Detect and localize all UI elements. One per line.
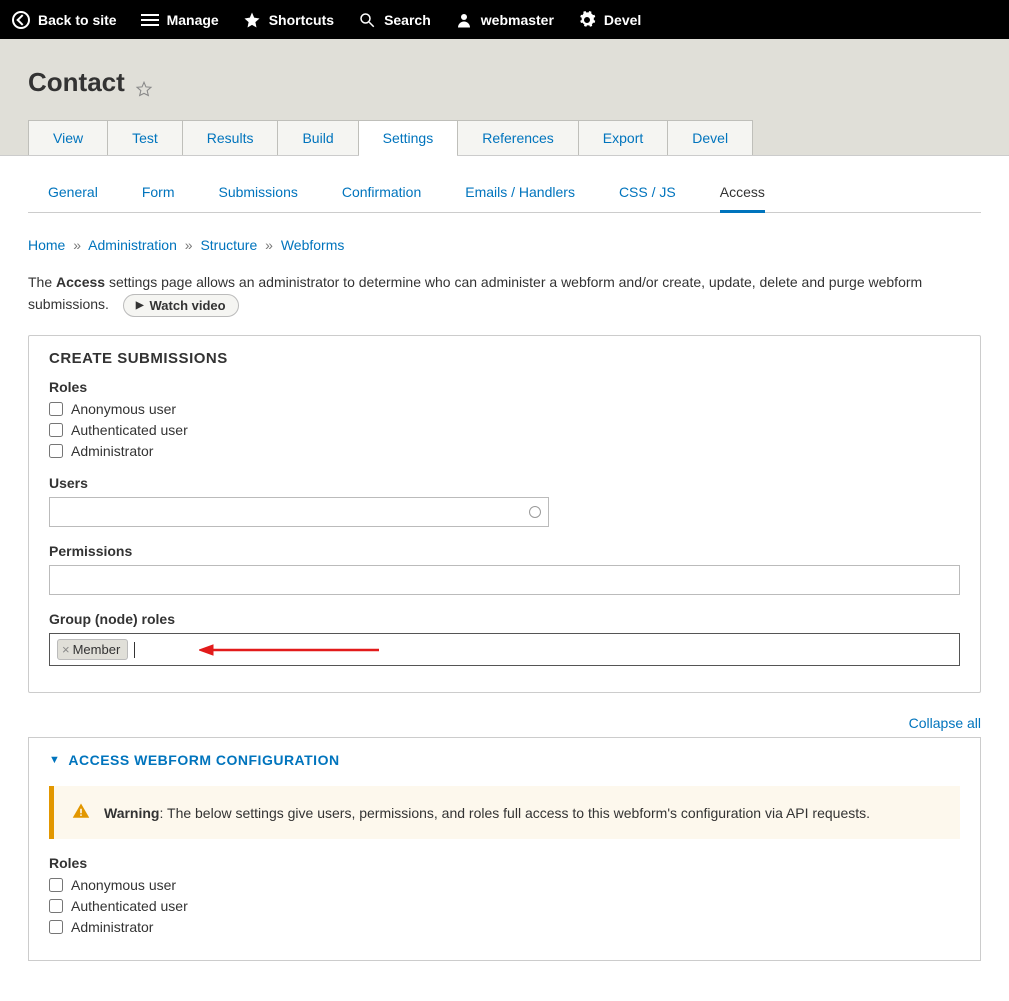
- tab-build[interactable]: Build: [277, 120, 358, 155]
- devel-label: Devel: [604, 12, 641, 28]
- tab-view[interactable]: View: [28, 120, 108, 155]
- access-config-details: ▼ ACCESS WEBFORM CONFIGURATION Warning: …: [28, 737, 981, 961]
- warning-text-wrap: Warning: The below settings give users, …: [104, 805, 870, 821]
- collapse-all-link[interactable]: Collapse all: [909, 715, 981, 731]
- primary-tabs: View Test Results Build Settings Referen…: [28, 120, 981, 155]
- ac-role-anon-row: Anonymous user: [49, 877, 960, 893]
- autocomplete-throbber-icon: [529, 506, 541, 518]
- member-tag-label: Member: [73, 642, 121, 657]
- crumb-admin[interactable]: Administration: [88, 237, 177, 253]
- create-legend: CREATE SUBMISSIONS: [49, 350, 960, 367]
- ac-role-auth-row: Authenticated user: [49, 898, 960, 914]
- role-anon-checkbox[interactable]: [49, 402, 63, 416]
- manage-link[interactable]: Manage: [141, 11, 219, 29]
- gear-icon: [578, 11, 596, 29]
- subtab-general[interactable]: General: [48, 174, 98, 212]
- tab-results[interactable]: Results: [182, 120, 279, 155]
- role-auth-row: Authenticated user: [49, 422, 960, 438]
- shortcuts-link[interactable]: Shortcuts: [243, 11, 334, 29]
- crumb-structure[interactable]: Structure: [200, 237, 257, 253]
- role-admin-checkbox[interactable]: [49, 444, 63, 458]
- ac-role-admin-label: Administrator: [71, 919, 153, 935]
- crumb-sep: »: [185, 237, 193, 253]
- triangle-down-icon: ▼: [49, 754, 60, 766]
- text-cursor: [134, 642, 135, 658]
- devel-link[interactable]: Devel: [578, 11, 641, 29]
- ac-roles-label: Roles: [49, 855, 960, 871]
- access-config-summary[interactable]: ▼ ACCESS WEBFORM CONFIGURATION: [49, 752, 960, 768]
- back-to-site-link[interactable]: Back to site: [12, 11, 117, 29]
- role-anon-row: Anonymous user: [49, 401, 960, 417]
- role-auth-label: Authenticated user: [71, 422, 188, 438]
- user-link[interactable]: webmaster: [455, 11, 554, 29]
- access-config-summary-text: ACCESS WEBFORM CONFIGURATION: [68, 752, 339, 768]
- breadcrumb: Home » Administration » Structure » Webf…: [28, 237, 981, 253]
- subtab-form[interactable]: Form: [142, 174, 175, 212]
- user-icon: [455, 11, 473, 29]
- user-label: webmaster: [481, 12, 554, 28]
- search-label: Search: [384, 12, 431, 28]
- tab-export[interactable]: Export: [578, 120, 668, 155]
- hamburger-icon: [141, 11, 159, 29]
- admin-toolbar: Back to site Manage Shortcuts Search web…: [0, 0, 1009, 39]
- role-admin-label: Administrator: [71, 443, 153, 459]
- crumb-home[interactable]: Home: [28, 237, 65, 253]
- role-auth-checkbox[interactable]: [49, 423, 63, 437]
- secondary-tabs: General Form Submissions Confirmation Em…: [28, 174, 981, 213]
- create-submissions-fieldset: CREATE SUBMISSIONS Roles Anonymous user …: [28, 335, 981, 693]
- tab-references[interactable]: References: [457, 120, 579, 155]
- page-title-text: Contact: [28, 67, 125, 98]
- intro-strong: Access: [56, 274, 105, 290]
- manage-label: Manage: [167, 12, 219, 28]
- roles-label: Roles: [49, 379, 960, 395]
- subtab-emails[interactable]: Emails / Handlers: [465, 174, 575, 212]
- warning-label: Warning: [104, 805, 159, 821]
- permissions-label: Permissions: [49, 543, 960, 559]
- tab-test[interactable]: Test: [107, 120, 183, 155]
- users-input-wrap: [49, 497, 549, 527]
- page-header: Contact View Test Results Build Settings…: [0, 39, 1009, 156]
- watch-video-button[interactable]: Watch video: [123, 294, 239, 317]
- search-link[interactable]: Search: [358, 11, 431, 29]
- remove-tag-icon[interactable]: ×: [62, 642, 70, 657]
- role-anon-label: Anonymous user: [71, 401, 176, 417]
- ac-role-admin-row: Administrator: [49, 919, 960, 935]
- crumb-webforms[interactable]: Webforms: [281, 237, 345, 253]
- tab-devel[interactable]: Devel: [667, 120, 753, 155]
- subtab-access[interactable]: Access: [720, 174, 765, 213]
- subtab-submissions[interactable]: Submissions: [218, 174, 297, 212]
- intro-pre: The: [28, 274, 56, 290]
- crumb-sep: »: [73, 237, 81, 253]
- ac-role-anon-checkbox[interactable]: [49, 878, 63, 892]
- warning-message: Warning: The below settings give users, …: [49, 786, 960, 839]
- ac-role-auth-checkbox[interactable]: [49, 899, 63, 913]
- ac-role-admin-checkbox[interactable]: [49, 920, 63, 934]
- collapse-all-wrap: Collapse all: [28, 715, 981, 731]
- ac-role-auth-label: Authenticated user: [71, 898, 188, 914]
- warning-icon: [72, 802, 90, 823]
- member-tag: × Member: [57, 639, 128, 660]
- page-title: Contact: [28, 67, 981, 98]
- ac-role-anon-label: Anonymous user: [71, 877, 176, 893]
- group-roles-input[interactable]: × Member: [49, 633, 960, 666]
- back-arrow-icon: [12, 11, 30, 29]
- tab-settings[interactable]: Settings: [358, 120, 459, 155]
- main-content: General Form Submissions Confirmation Em…: [0, 156, 1009, 1001]
- users-label: Users: [49, 475, 960, 491]
- subtab-cssjs[interactable]: CSS / JS: [619, 174, 676, 212]
- search-icon: [358, 11, 376, 29]
- subtab-confirmation[interactable]: Confirmation: [342, 174, 421, 212]
- back-label: Back to site: [38, 12, 117, 28]
- crumb-sep: »: [265, 237, 273, 253]
- shortcuts-label: Shortcuts: [269, 12, 334, 28]
- users-input[interactable]: [49, 497, 549, 527]
- group-roles-label: Group (node) roles: [49, 611, 960, 627]
- warning-body: : The below settings give users, permiss…: [159, 805, 870, 821]
- shortcut-star-icon[interactable]: [135, 74, 153, 92]
- star-icon: [243, 11, 261, 29]
- permissions-input[interactable]: [49, 565, 960, 595]
- role-admin-row: Administrator: [49, 443, 960, 459]
